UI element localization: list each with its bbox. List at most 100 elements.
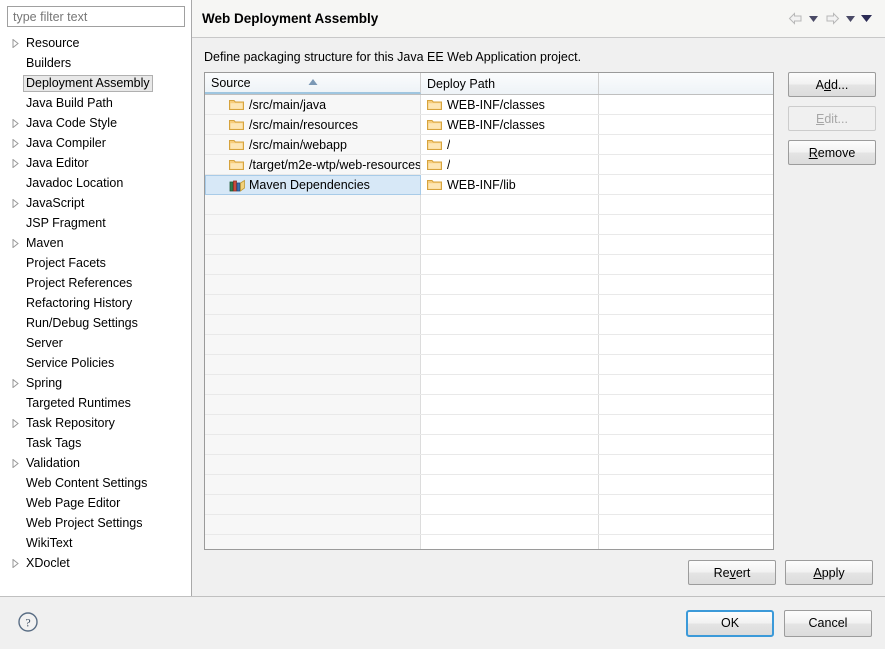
cell-extra	[599, 475, 773, 494]
table-row-empty[interactable]	[205, 215, 773, 235]
cell-deploy-path	[421, 395, 599, 414]
expand-arrow-icon[interactable]	[8, 159, 23, 168]
sidebar-item-java-code-style[interactable]: Java Code Style	[0, 113, 191, 133]
sidebar-item-label: Resource	[23, 35, 83, 52]
cell-deploy-path	[421, 295, 599, 314]
sidebar-item-web-project-settings[interactable]: Web Project Settings	[0, 513, 191, 533]
sidebar-item-project-references[interactable]: Project References	[0, 273, 191, 293]
sidebar-item-wikitext[interactable]: WikiText	[0, 533, 191, 553]
folder-icon	[427, 158, 445, 171]
sidebar-item-run-debug-settings[interactable]: Run/Debug Settings	[0, 313, 191, 333]
table-row-empty[interactable]	[205, 275, 773, 295]
sidebar-item-java-compiler[interactable]: Java Compiler	[0, 133, 191, 153]
table-row-empty[interactable]	[205, 355, 773, 375]
cell-extra	[599, 135, 773, 154]
ok-button[interactable]: OK	[686, 610, 774, 637]
expand-arrow-icon[interactable]	[8, 379, 23, 388]
table-row-empty[interactable]	[205, 475, 773, 495]
add-button[interactable]: Add...	[788, 72, 876, 97]
sidebar-item-refactoring-history[interactable]: Refactoring History	[0, 293, 191, 313]
table-row-empty[interactable]	[205, 235, 773, 255]
sidebar-item-web-page-editor[interactable]: Web Page Editor	[0, 493, 191, 513]
table-row[interactable]: Maven DependenciesWEB-INF/lib	[205, 175, 773, 195]
expand-arrow-icon[interactable]	[8, 39, 23, 48]
sidebar-item-task-tags[interactable]: Task Tags	[0, 433, 191, 453]
assembly-table-region: Source Deploy Path /src/main/javaWEB-INF…	[204, 72, 876, 550]
table-row-empty[interactable]	[205, 195, 773, 215]
table-row-empty[interactable]	[205, 375, 773, 395]
sidebar-item-targeted-runtimes[interactable]: Targeted Runtimes	[0, 393, 191, 413]
sidebar-item-web-content-settings[interactable]: Web Content Settings	[0, 473, 191, 493]
cell-extra	[599, 155, 773, 174]
cell-source	[205, 475, 421, 494]
cell-deploy-path	[421, 235, 599, 254]
remove-button[interactable]: Remove	[788, 140, 876, 165]
table-row-empty[interactable]	[205, 295, 773, 315]
forward-history-chevron-down-icon[interactable]	[844, 10, 857, 28]
revert-button[interactable]: Revert	[688, 560, 776, 585]
table-header-row: Source Deploy Path	[205, 73, 773, 95]
sidebar-item-project-facets[interactable]: Project Facets	[0, 253, 191, 273]
table-row[interactable]: /src/main/webapp/	[205, 135, 773, 155]
filter-input[interactable]	[7, 6, 185, 27]
cell-extra	[599, 295, 773, 314]
sidebar-item-java-build-path[interactable]: Java Build Path	[0, 93, 191, 113]
page-title-bar: Web Deployment Assembly	[192, 0, 885, 38]
cell-deploy-path	[421, 515, 599, 534]
cell-deploy-path	[421, 495, 599, 514]
sidebar-item-maven[interactable]: Maven	[0, 233, 191, 253]
sidebar-item-javascript[interactable]: JavaScript	[0, 193, 191, 213]
arrow-left-icon[interactable]	[786, 10, 804, 28]
sidebar-item-server[interactable]: Server	[0, 333, 191, 353]
table-row[interactable]: /src/main/resourcesWEB-INF/classes	[205, 115, 773, 135]
sidebar-item-label: Web Content Settings	[23, 475, 150, 492]
table-row-empty[interactable]	[205, 395, 773, 415]
sidebar-item-jsp-fragment[interactable]: JSP Fragment	[0, 213, 191, 233]
table-row[interactable]: /src/main/javaWEB-INF/classes	[205, 95, 773, 115]
column-header-deploy-path-label: Deploy Path	[427, 77, 495, 91]
expand-arrow-icon[interactable]	[8, 459, 23, 468]
sidebar-item-javadoc-location[interactable]: Javadoc Location	[0, 173, 191, 193]
table-row-empty[interactable]	[205, 515, 773, 535]
sidebar-item-resource[interactable]: Resource	[0, 33, 191, 53]
cell-extra	[599, 515, 773, 534]
arrow-right-icon[interactable]	[823, 10, 841, 28]
table-row-empty[interactable]	[205, 495, 773, 515]
sidebar-item-spring[interactable]: Spring	[0, 373, 191, 393]
expand-arrow-icon[interactable]	[8, 419, 23, 428]
cell-deploy-path-label: /	[447, 158, 450, 172]
table-row-empty[interactable]	[205, 255, 773, 275]
cell-source	[205, 535, 421, 550]
table-row-empty[interactable]	[205, 435, 773, 455]
sidebar-item-label: WikiText	[23, 535, 76, 552]
chevron-down-filled-icon[interactable]	[860, 10, 873, 28]
table-row-empty[interactable]	[205, 335, 773, 355]
cell-extra	[599, 455, 773, 474]
sidebar-item-validation[interactable]: Validation	[0, 453, 191, 473]
column-header-source[interactable]: Source	[205, 73, 421, 94]
expand-arrow-icon[interactable]	[8, 239, 23, 248]
expand-arrow-icon[interactable]	[8, 119, 23, 128]
table-row[interactable]: /target/m2e-wtp/web-resources/	[205, 155, 773, 175]
expand-arrow-icon[interactable]	[8, 139, 23, 148]
expand-arrow-icon[interactable]	[8, 559, 23, 568]
sidebar-item-service-policies[interactable]: Service Policies	[0, 353, 191, 373]
table-row-empty[interactable]	[205, 315, 773, 335]
column-header-extra[interactable]	[599, 73, 773, 94]
table-row-empty[interactable]	[205, 455, 773, 475]
expand-arrow-icon[interactable]	[8, 199, 23, 208]
cell-source	[205, 235, 421, 254]
help-question-icon[interactable]: ?	[17, 611, 39, 636]
sidebar-item-xdoclet[interactable]: XDoclet	[0, 553, 191, 573]
column-header-deploy-path[interactable]: Deploy Path	[421, 73, 599, 94]
sidebar-item-deployment-assembly[interactable]: Deployment Assembly	[0, 73, 191, 93]
sidebar-item-task-repository[interactable]: Task Repository	[0, 413, 191, 433]
sidebar-item-java-editor[interactable]: Java Editor	[0, 153, 191, 173]
sidebar-item-builders[interactable]: Builders	[0, 53, 191, 73]
back-history-chevron-down-icon[interactable]	[807, 10, 820, 28]
table-row-empty[interactable]	[205, 535, 773, 550]
table-row-empty[interactable]	[205, 415, 773, 435]
cancel-button[interactable]: Cancel	[784, 610, 872, 637]
apply-button[interactable]: Apply	[785, 560, 873, 585]
cell-extra	[599, 435, 773, 454]
